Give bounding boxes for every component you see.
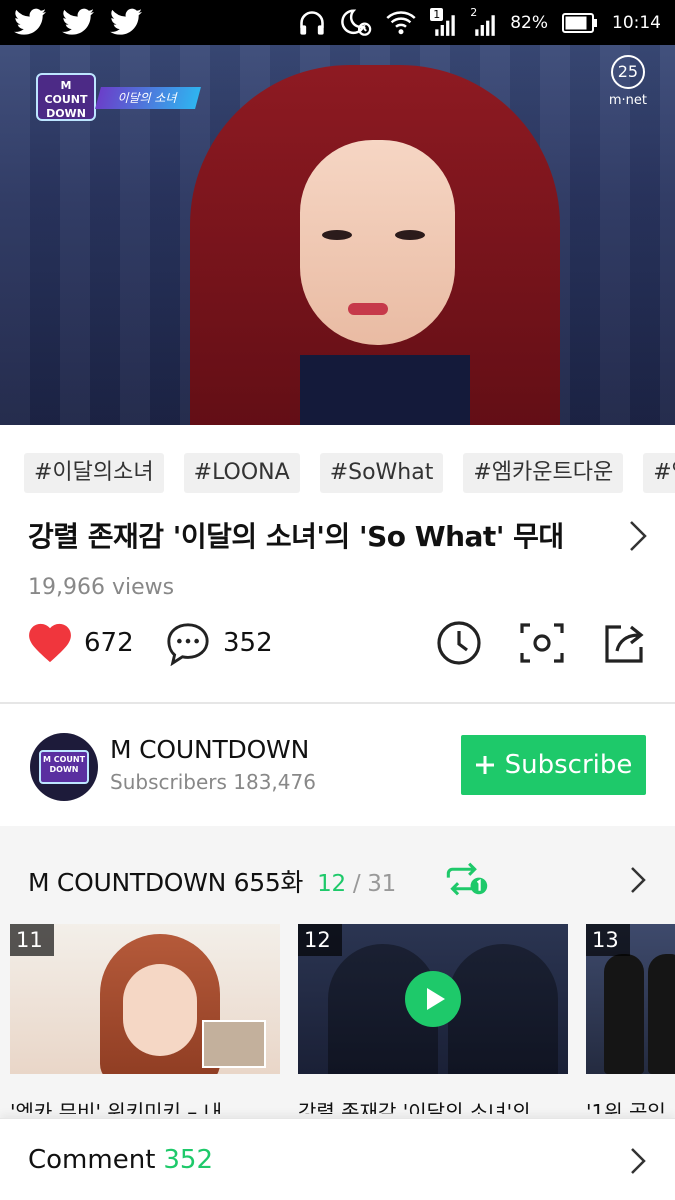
playlist-current: 12	[317, 871, 346, 897]
channel-name[interactable]: M COUNTDOWN	[110, 735, 309, 764]
watermark-badge: 25	[610, 55, 645, 89]
screenshot-icon[interactable]	[518, 619, 566, 667]
hashtag-chip[interactable]: #엠	[643, 453, 675, 493]
thumbnail-person	[648, 954, 675, 1074]
playlist-total: 31	[367, 871, 396, 897]
like-count: 672	[84, 628, 134, 658]
program-logo-text: M COUNT DOWN	[36, 73, 96, 121]
wifi-icon	[386, 10, 416, 36]
clock-icon[interactable]	[435, 619, 483, 667]
video-frame-lips	[348, 303, 388, 315]
subscribe-button[interactable]: Subscribe	[461, 735, 646, 795]
share-icon[interactable]	[601, 619, 649, 667]
play-icon	[405, 971, 461, 1027]
playlist-item[interactable]: 13 '1위 공익	[586, 924, 675, 1114]
divider	[0, 702, 675, 704]
comment-count: 352	[223, 628, 273, 658]
status-bar: 1 2 82% 10:14	[0, 0, 675, 45]
playlist-item-caption: '엠카 뮤비' 위키미키 – 내	[10, 1100, 223, 1114]
battery-percent: 82%	[510, 12, 548, 33]
comment-label: Comment	[28, 1145, 156, 1175]
comment-button[interactable]: 352	[165, 615, 273, 671]
thumbnail-person	[604, 954, 644, 1074]
playlist-item-caption: '1위 공익	[586, 1100, 666, 1114]
hashtag-list: #이달의소녀 #LOONA #SoWhat #엠카운트다운 #엠	[24, 453, 675, 493]
signal-icon: 2	[470, 6, 496, 36]
playlist-item-caption: 강렬 존재감 '이달의 소녀'의	[298, 1100, 531, 1114]
subscribe-label: Subscribe	[504, 750, 633, 780]
moon-alarm-icon	[340, 8, 372, 38]
thumbnail: 12	[298, 924, 568, 1074]
playlist-item-current[interactable]: 12 강렬 존재감 '이달의 소녀'의	[298, 924, 568, 1114]
subscriber-count: Subscribers 183,476	[110, 770, 316, 794]
thumbnail: 13	[586, 924, 675, 1074]
hashtag-chip[interactable]: #LOONA	[183, 453, 300, 493]
twitter-icon	[62, 8, 94, 36]
program-logo: M COUNT DOWN 이달의 소녀	[36, 73, 206, 121]
video-frame-eye	[395, 230, 425, 240]
video-player[interactable]: M COUNT DOWN 이달의 소녀 25 m·net	[0, 45, 675, 425]
channel-watermark: 25 m·net	[609, 55, 647, 108]
video-frame-outfit	[300, 355, 470, 425]
comment-icon	[167, 623, 209, 666]
avatar-logo-text: M COUNT DOWN	[39, 750, 89, 784]
episode-number: 11	[10, 924, 54, 956]
heart-icon	[29, 623, 71, 663]
episode-number: 12	[298, 924, 342, 956]
comment-bar-label: Comment 352	[28, 1145, 213, 1175]
comment-bar-count: 352	[163, 1145, 214, 1175]
twitter-icon	[110, 8, 142, 36]
hashtag-chip[interactable]: #엠카운트다운	[463, 453, 624, 493]
battery-icon	[562, 12, 598, 34]
channel-avatar[interactable]: M COUNT DOWN	[30, 733, 98, 801]
playlist-header[interactable]: M COUNTDOWN 655화 12 / 31	[28, 863, 396, 899]
video-frame-eye	[322, 230, 352, 240]
like-button[interactable]: 672	[28, 615, 134, 671]
view-count: 19,966 views	[28, 575, 175, 600]
playlist-carousel: 11 '엠카 뮤비' 위키미키 – 내 12 강렬 존재감 '이달의 소녀'의 …	[10, 924, 675, 1114]
program-tag: 이달의 소녀	[95, 87, 201, 109]
hashtag-chip[interactable]: #이달의소녀	[24, 453, 164, 493]
thumbnail-person	[448, 944, 558, 1074]
headphones-icon	[298, 9, 326, 37]
thumbnail-face	[123, 964, 197, 1056]
playlist-separator: /	[352, 871, 361, 897]
thumbnail: 11	[10, 924, 280, 1074]
thumbnail-inset	[202, 1020, 266, 1068]
action-row: 672 352	[28, 615, 648, 671]
signal-icon: 1	[430, 7, 456, 36]
playlist-item[interactable]: 11 '엠카 뮤비' 위키미키 – 내	[10, 924, 280, 1114]
plus-icon	[475, 756, 494, 774]
chevron-right-icon[interactable]	[626, 518, 650, 554]
hashtag-chip[interactable]: #SoWhat	[319, 453, 444, 493]
video-title[interactable]: 강렬 존재감 '이달의 소녀'의 'So What' 무대	[28, 515, 618, 555]
watermark-text: m·net	[608, 93, 647, 108]
playlist-position: 12 / 31	[317, 871, 396, 897]
repeat-one-icon[interactable]	[440, 862, 490, 896]
playlist-title: M COUNTDOWN 655화	[28, 868, 304, 897]
clock-time: 10:14	[612, 12, 661, 33]
comment-bar[interactable]: Comment 352	[0, 1118, 675, 1200]
chevron-right-icon[interactable]	[628, 1145, 648, 1177]
episode-number: 13	[586, 924, 630, 956]
chevron-right-icon[interactable]	[628, 864, 648, 896]
twitter-icon	[14, 8, 46, 36]
